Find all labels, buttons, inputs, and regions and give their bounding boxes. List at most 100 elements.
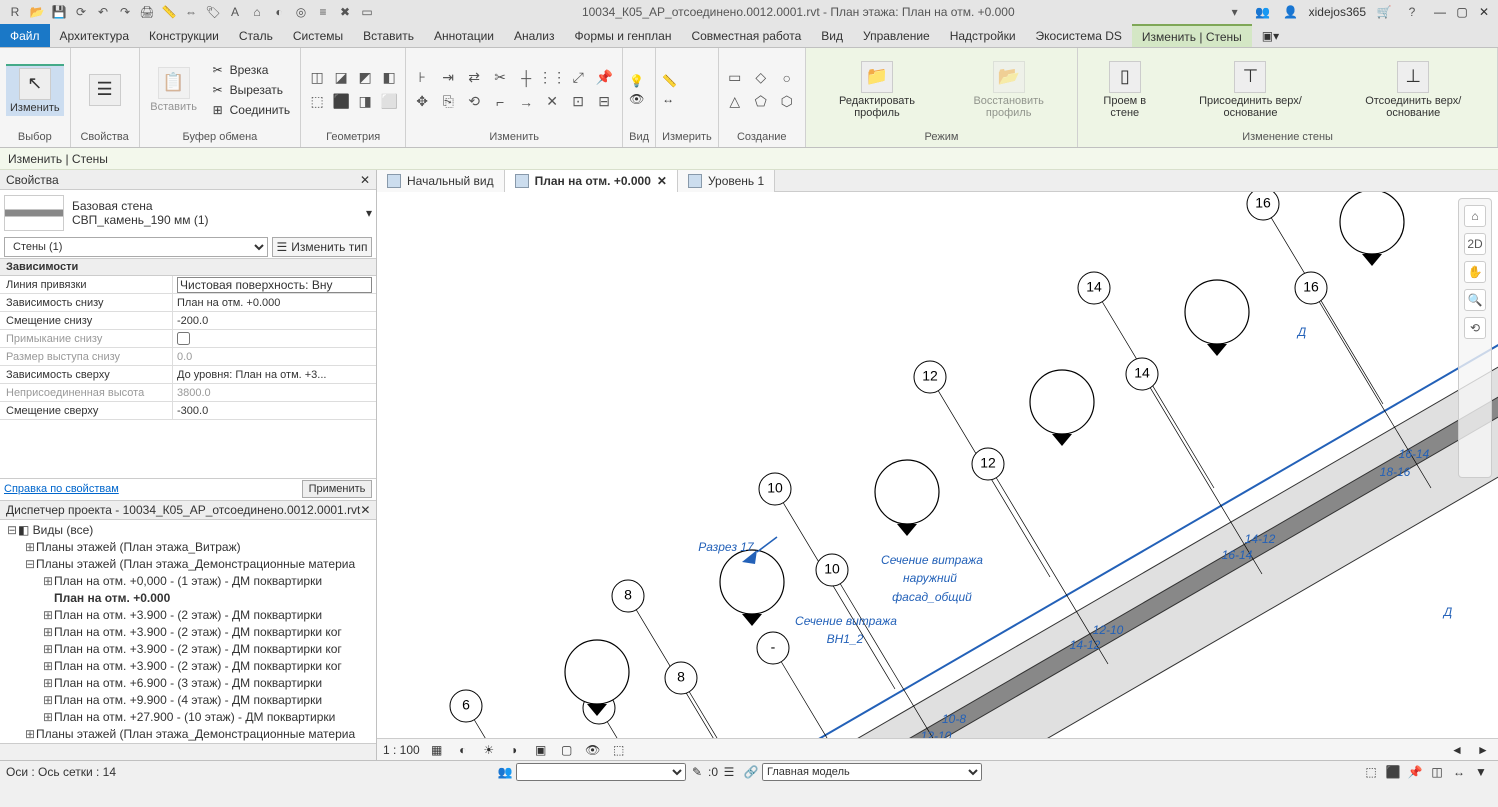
tree-node[interactable]: ⊞План на отм. +3.900 - (2 этаж) - ДМ пок… (0, 607, 376, 624)
search-icon[interactable]: ▾ (1226, 3, 1244, 21)
user-name[interactable]: xidejos365 (1309, 5, 1366, 19)
geom-icon[interactable]: ◧ (379, 68, 399, 88)
property-value[interactable]: План на отм. +0.000 (172, 294, 376, 311)
property-category[interactable]: Зависимости (0, 258, 376, 276)
expand-icon[interactable]: ⊞ (42, 710, 54, 724)
thin-lines-icon[interactable]: ≡ (313, 2, 333, 22)
properties-button[interactable]: ☰ (77, 72, 133, 108)
people-icon[interactable]: 👥 (1254, 3, 1272, 21)
geom-icon[interactable]: ⬛ (331, 92, 351, 112)
geom-icon[interactable]: ⬜ (379, 92, 399, 112)
tag-icon[interactable]: 🏷 (203, 2, 223, 22)
tree-node[interactable]: ⊞План на отм. +9.900 - (4 этаж) - ДМ пок… (0, 692, 376, 709)
scrollbar-icon[interactable]: ◄ (1448, 741, 1466, 759)
tree-node[interactable]: ⊞Планы этажей (План этажа_Демонстрационн… (0, 726, 376, 743)
create-icon[interactable]: ⬡ (777, 92, 797, 112)
tree-node[interactable]: ⊟◧ Виды (все) (0, 522, 376, 539)
section-icon[interactable]: ◐ (269, 2, 289, 22)
tree-node[interactable]: ⊞Планы этажей (План этажа_Витраж) (0, 539, 376, 556)
expand-icon[interactable]: ⊞ (42, 642, 54, 656)
detach-button[interactable]: ⊥Отсоединить верх/основание (1336, 59, 1492, 121)
tab-collab[interactable]: Совместная работа (681, 24, 811, 47)
scrollbar-horizontal[interactable] (0, 743, 376, 760)
close-tab-icon[interactable]: ✕ (657, 174, 667, 188)
rotate-icon[interactable]: ⟲ (464, 92, 484, 112)
home-icon[interactable]: ⌂ (1464, 205, 1486, 227)
apply-button[interactable]: Применить (302, 480, 372, 498)
redo-icon[interactable]: ↷ (115, 2, 135, 22)
property-row[interactable]: Линия привязкиЧистовая поверхность: Вну (0, 276, 376, 294)
help-icon[interactable]: ? (1403, 3, 1421, 21)
tree-node[interactable]: ⊞План на отм. +3.900 - (2 этаж) - ДМ пок… (0, 624, 376, 641)
property-value[interactable] (172, 330, 376, 347)
property-value[interactable]: До уровня: План на отм. +3... (172, 366, 376, 383)
select-face-icon[interactable]: ◫ (1428, 763, 1446, 781)
tab-view[interactable]: Вид (811, 24, 853, 47)
properties-help-link[interactable]: Справка по свойствам (4, 483, 119, 495)
category-selector[interactable]: Стены (1) (4, 237, 268, 257)
select-pinned-icon[interactable]: 📌 (1406, 763, 1424, 781)
expand-icon[interactable]: ⊞ (24, 727, 36, 741)
create-icon[interactable]: ⬠ (751, 92, 771, 112)
property-row[interactable]: Размер выступа снизу0.0 (0, 348, 376, 366)
tab-file[interactable]: Файл (0, 24, 50, 47)
reveal-icon[interactable]: ⬚ (610, 741, 628, 759)
cope-button[interactable]: ✂Врезка (206, 61, 295, 79)
expand-icon[interactable]: ⊟ (24, 557, 36, 571)
scale-icon[interactable]: ⤢ (568, 68, 588, 88)
property-value[interactable]: -300.0 (172, 402, 376, 419)
tree-node[interactable]: ⊞План на отм. +27.900 - (10 этаж) - ДМ п… (0, 709, 376, 726)
expand-icon[interactable]: ⊟ (6, 523, 18, 537)
sun-icon[interactable]: ☀ (480, 741, 498, 759)
expand-icon[interactable]: ⊞ (42, 574, 54, 588)
chevron-down-icon[interactable]: ▾ (366, 206, 372, 220)
property-row[interactable]: Смещение сверху-300.0 (0, 402, 376, 420)
orbit-icon[interactable]: ⟲ (1464, 317, 1486, 339)
text-icon[interactable]: A (225, 2, 245, 22)
delete-icon[interactable]: ✕ (542, 92, 562, 112)
tab-architecture[interactable]: Архитектура (50, 24, 140, 47)
geom-icon[interactable]: ◪ (331, 68, 351, 88)
property-row[interactable]: Зависимость снизуПлан на отм. +0.000 (0, 294, 376, 312)
expand-icon[interactable]: ⊞ (24, 540, 36, 554)
view-tab[interactable]: Начальный вид (377, 170, 505, 192)
copy-icon[interactable]: ⎘ (438, 92, 458, 112)
create-icon[interactable]: ▭ (725, 68, 745, 88)
split-icon[interactable]: ┼ (516, 68, 536, 88)
geom-icon[interactable]: ◨ (355, 92, 375, 112)
tab-massing[interactable]: Формы и генплан (565, 24, 682, 47)
property-value[interactable]: -200.0 (172, 312, 376, 329)
tab-modify-walls[interactable]: Изменить | Стены (1132, 24, 1252, 47)
join-button[interactable]: ⊞Соединить (206, 101, 295, 119)
pb-close-icon[interactable]: ✕ (360, 503, 370, 517)
align-dim-icon[interactable]: ⇔ (181, 2, 201, 22)
visual-style-icon[interactable]: ◐ (454, 741, 472, 759)
reset-profile-button[interactable]: 📂Восстановить профиль (946, 59, 1071, 121)
tab-overflow[interactable]: ▣▾ (1252, 24, 1289, 47)
select-underlay-icon[interactable]: ⬛ (1384, 763, 1402, 781)
switch-win-icon[interactable]: ▭ (357, 2, 377, 22)
dim-icon[interactable]: ↔ (662, 92, 677, 106)
callout-icon[interactable]: ◎ (291, 2, 311, 22)
measure-icon[interactable]: 📏 (159, 2, 179, 22)
align-icon[interactable]: ⊦ (412, 68, 432, 88)
geom-icon[interactable]: ◩ (355, 68, 375, 88)
measure-icon[interactable]: 📏 (662, 74, 677, 88)
modify-button[interactable]: ↖ Изменить (6, 64, 64, 116)
expand-icon[interactable]: ⊞ (42, 608, 54, 622)
crop-icon[interactable]: ▣ (532, 741, 550, 759)
properties-close-icon[interactable]: ✕ (360, 173, 370, 187)
cut-button[interactable]: ✂Вырезать (206, 81, 295, 99)
design-options-icon[interactable]: ☰ (720, 763, 738, 781)
crop-show-icon[interactable]: ▢ (558, 741, 576, 759)
hide-icon[interactable]: 👁 (584, 741, 602, 759)
view-icon[interactable]: 💡 (629, 74, 644, 88)
nav-2d-icon[interactable]: 2D (1464, 233, 1486, 255)
tree-node[interactable]: ⊞План на отм. +3.900 - (2 этаж) - ДМ пок… (0, 641, 376, 658)
paste-button[interactable]: 📋Вставить (146, 65, 202, 115)
tree-node[interactable]: План на отм. +0.000 (0, 590, 376, 607)
save-icon[interactable]: 💾 (49, 2, 69, 22)
tab-structure[interactable]: Конструкции (139, 24, 229, 47)
scrollbar-icon[interactable]: ► (1474, 741, 1492, 759)
type-selector[interactable]: Базовая стена СВП_камень_190 мм (1) ▾ (0, 190, 376, 236)
